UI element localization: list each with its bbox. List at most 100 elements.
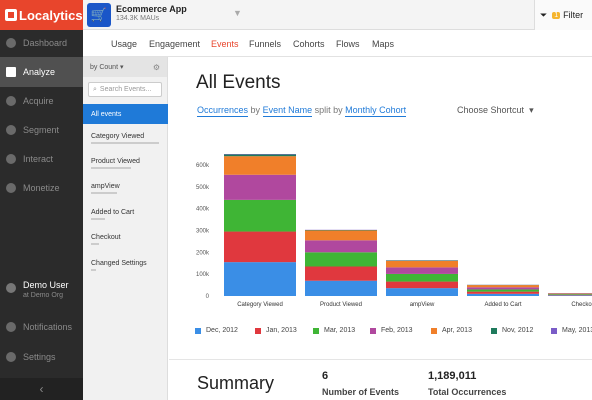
legend-item[interactable]: Apr, 2013 <box>431 327 472 334</box>
bar-segment[interactable] <box>224 174 296 200</box>
legend-item[interactable]: Jan, 2013 <box>255 327 297 334</box>
legend-item[interactable]: Dec, 2012 <box>195 327 238 334</box>
metric-dropdown[interactable]: Occurrences <box>197 105 249 117</box>
bar-segment[interactable] <box>548 295 592 296</box>
bar-segment[interactable] <box>305 252 377 267</box>
analyze-icon <box>6 67 16 77</box>
bar-segment[interactable] <box>386 260 458 268</box>
event-item-all-events[interactable]: All events <box>83 104 168 124</box>
legend-item[interactable]: May, 2013 <box>551 327 592 334</box>
chevron-down-icon: ▾ <box>118 64 124 71</box>
bar-segment[interactable] <box>467 291 539 294</box>
bar-segment[interactable] <box>548 294 592 296</box>
legend-label: Apr, 2013 <box>442 327 472 334</box>
bar-segment[interactable] <box>305 266 377 281</box>
event-item[interactable]: Category Viewed <box>83 126 168 146</box>
event-item[interactable]: ampView <box>83 176 168 196</box>
event-item[interactable]: Checkout <box>83 227 168 247</box>
events-count: 6 <box>322 370 329 382</box>
bar-segment[interactable] <box>386 267 458 274</box>
app-name[interactable]: Ecommerce App <box>116 4 187 14</box>
y-tick-label: 300k <box>196 228 210 234</box>
filters-button[interactable]: ⏷ 1 Filter <box>534 0 592 30</box>
bar-segment[interactable] <box>224 262 296 296</box>
nav-item-label: Segment <box>23 125 60 135</box>
bell-icon <box>6 322 16 332</box>
event-item[interactable]: Added to Cart <box>83 202 168 222</box>
interact-icon <box>6 154 16 164</box>
analyze-tabs: Usage Engagement Events Funnels Cohorts … <box>83 30 592 57</box>
choose-shortcut-dropdown[interactable]: Choose Shortcut ▾ <box>457 105 534 116</box>
dashboard-icon <box>6 38 16 48</box>
legend-item[interactable]: Nov, 2012 <box>491 327 533 334</box>
chevron-down-icon: ▾ <box>526 105 534 115</box>
page-title: All Events <box>196 72 281 93</box>
bar-segment[interactable] <box>224 231 296 263</box>
bar-segment[interactable] <box>467 287 539 290</box>
split-by-label: split by <box>314 105 343 115</box>
shopping-cart-icon[interactable]: 🛒 <box>87 3 111 27</box>
bar-segment[interactable] <box>305 280 377 296</box>
bar-segment[interactable] <box>548 294 592 295</box>
bar-segment[interactable] <box>386 288 458 296</box>
legend-swatch <box>370 327 376 334</box>
tab-cohorts[interactable]: Cohorts <box>293 39 325 49</box>
bar-segment[interactable] <box>224 154 296 157</box>
tab-usage[interactable]: Usage <box>111 39 137 49</box>
nav-item-label: Dashboard <box>23 38 68 48</box>
collapse-sidebar-button[interactable]: ‹ <box>0 378 83 400</box>
bar-segment[interactable] <box>467 285 539 288</box>
logo[interactable]: Localytics <box>0 0 83 30</box>
tab-funnels[interactable]: Funnels <box>249 39 281 49</box>
chevron-left-icon: ‹ <box>39 382 44 396</box>
events-chart: 0 100k 200k 300k 400k 500k 600k Category Viewed… <box>196 154 592 308</box>
legend-swatch <box>195 327 201 334</box>
legend-item[interactable]: Feb, 2013 <box>370 327 413 334</box>
top-bar: 🛒 Ecommerce App 134.3K MAUs ▼ ⏷ 1 Filter <box>83 0 592 30</box>
nav-item-dashboard[interactable]: Dashboard <box>0 28 83 58</box>
tab-maps[interactable]: Maps <box>372 39 394 49</box>
event-item[interactable]: Product Viewed <box>83 151 168 171</box>
divider <box>169 359 592 360</box>
event-search-input[interactable]: ⌕ Search Events... <box>88 82 162 97</box>
bar-segment[interactable] <box>224 199 296 232</box>
split-dropdown[interactable]: Monthly Cohort <box>345 105 407 117</box>
tab-engagement[interactable]: Engagement <box>149 39 200 49</box>
app-switcher-caret-icon[interactable]: ▼ <box>233 8 242 18</box>
user-info: Demo User at Demo Org <box>23 280 69 299</box>
bar-segment[interactable] <box>305 240 377 253</box>
event-list-panel: by Count ▾ ⚙ ⌕ Search Events... All even… <box>83 57 168 400</box>
event-item-label: Category Viewed <box>91 132 145 140</box>
chart-legend: Dec, 2012 Jan, 2013 Mar, 2013 Feb, 2013 Apr,… <box>195 327 592 341</box>
tab-flows[interactable]: Flows <box>336 39 360 49</box>
gear-icon[interactable]: ⚙ <box>153 63 160 72</box>
user-menu[interactable]: Demo User at Demo Org <box>0 280 83 310</box>
legend-swatch <box>255 327 261 334</box>
event-volume-bar <box>91 243 99 245</box>
legend-item[interactable]: Mar, 2013 <box>313 327 355 334</box>
bar-segment[interactable] <box>386 273 458 282</box>
legend-label: Dec, 2012 <box>206 327 238 334</box>
nav-item-notifications[interactable]: Notifications <box>0 312 83 342</box>
y-tick-label: 500k <box>196 185 210 191</box>
event-item[interactable]: Changed Settings <box>83 253 168 273</box>
tab-events[interactable]: Events <box>211 39 239 49</box>
dimension-dropdown[interactable]: Event Name <box>262 105 313 117</box>
nav-item-acquire[interactable]: Acquire <box>0 86 83 116</box>
bar-segment[interactable] <box>224 156 296 175</box>
legend-swatch <box>313 327 319 334</box>
bar-segment[interactable] <box>386 281 458 289</box>
nav-item-segment[interactable]: Segment <box>0 115 83 145</box>
bar-segment[interactable] <box>305 230 377 241</box>
nav-item-settings[interactable]: Settings <box>0 342 83 372</box>
bar-segment[interactable] <box>467 293 539 296</box>
acquire-icon <box>6 96 16 106</box>
nav-item-monetize[interactable]: Monetize <box>0 173 83 203</box>
legend-swatch <box>431 327 437 334</box>
bar-segment[interactable] <box>467 289 539 292</box>
nav-item-analyze[interactable]: Analyze <box>0 57 83 87</box>
nav-item-interact[interactable]: Interact <box>0 144 83 174</box>
segment-icon <box>6 125 16 135</box>
sort-dropdown[interactable]: by Count ▾ ⚙ <box>83 57 167 77</box>
x-tick-label: Added to Cart <box>484 302 521 308</box>
